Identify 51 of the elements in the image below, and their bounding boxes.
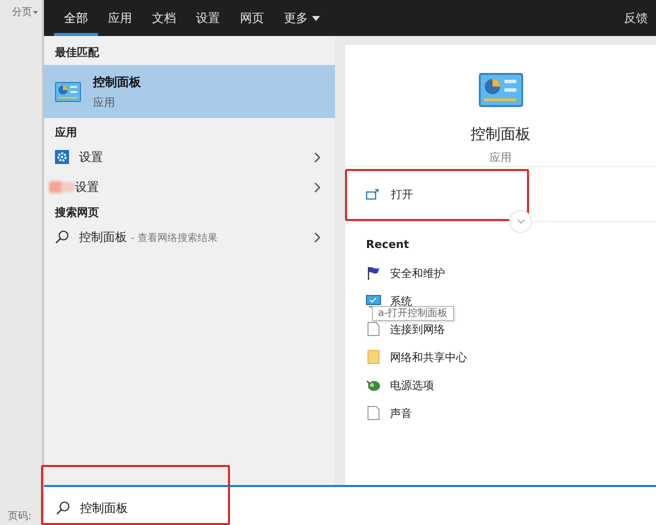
monitor-icon	[366, 294, 381, 308]
result-name: 控制面板	[93, 74, 141, 90]
search-field[interactable]: 控制面板	[44, 485, 656, 525]
flag-icon	[366, 266, 381, 280]
chevron-right-icon	[314, 152, 321, 162]
best-match-item[interactable]: 控制面板 应用	[44, 65, 335, 118]
document-icon	[366, 322, 381, 336]
app-title: 控制面板	[470, 125, 530, 144]
document-icon	[366, 406, 381, 420]
recent-item[interactable]: 系统	[390, 294, 412, 308]
battery-plug-icon	[366, 378, 381, 392]
web-search-text: 控制面板 - 查看网络搜索结果	[79, 228, 219, 246]
filter-tab[interactable]: 应用	[98, 0, 142, 36]
page-number-label: 页码:	[7, 510, 32, 524]
open-window-icon	[366, 188, 379, 200]
result-name: 设置	[79, 148, 104, 166]
section-heading: 最佳匹配	[54, 44, 100, 60]
result-name: 设置	[75, 178, 100, 196]
recent-item[interactable]: 电源选项	[390, 378, 434, 392]
filter-tab[interactable]: 更多	[274, 0, 330, 36]
control-panel-icon	[478, 73, 524, 107]
expand-button[interactable]	[509, 210, 532, 233]
search-icon	[55, 230, 69, 244]
search-icon	[56, 501, 70, 515]
dropdown-icon	[312, 16, 320, 20]
folder-icon	[366, 350, 381, 364]
control-panel-icon	[55, 82, 81, 102]
section-heading: 应用	[54, 124, 78, 140]
filter-tab[interactable]: 文档	[142, 0, 186, 36]
result-type: 应用	[93, 94, 116, 110]
app-type: 应用	[490, 150, 512, 165]
gear-icon	[55, 150, 69, 164]
page-layout-menu[interactable]: 分页	[0, 0, 42, 19]
chevron-down-icon	[516, 219, 524, 224]
section-heading: 搜索网页	[54, 204, 100, 220]
filter-tab[interactable]: 网页	[230, 0, 274, 36]
dropdown-icon	[33, 10, 38, 14]
search-text: 控制面板	[80, 500, 128, 516]
app-result-item[interactable]: 设置	[44, 142, 335, 172]
recent-item[interactable]: 安全和维护	[390, 266, 445, 280]
chevron-right-icon	[314, 182, 321, 192]
web-search-item[interactable]: 控制面板 - 查看网络搜索结果	[44, 222, 335, 252]
recent-item[interactable]: 网络和共享中心	[390, 350, 467, 364]
filter-tab[interactable]: 设置	[186, 0, 230, 36]
app-result-item[interactable]: 设置	[44, 172, 335, 202]
open-action[interactable]: 打开	[345, 167, 413, 221]
recent-item[interactable]: 声音	[390, 406, 412, 420]
recent-heading: Recent	[366, 238, 410, 251]
chevron-right-icon	[314, 232, 321, 242]
feedback-button[interactable]: 反馈	[616, 0, 656, 36]
recent-item[interactable]: 连接到网络	[390, 322, 445, 336]
